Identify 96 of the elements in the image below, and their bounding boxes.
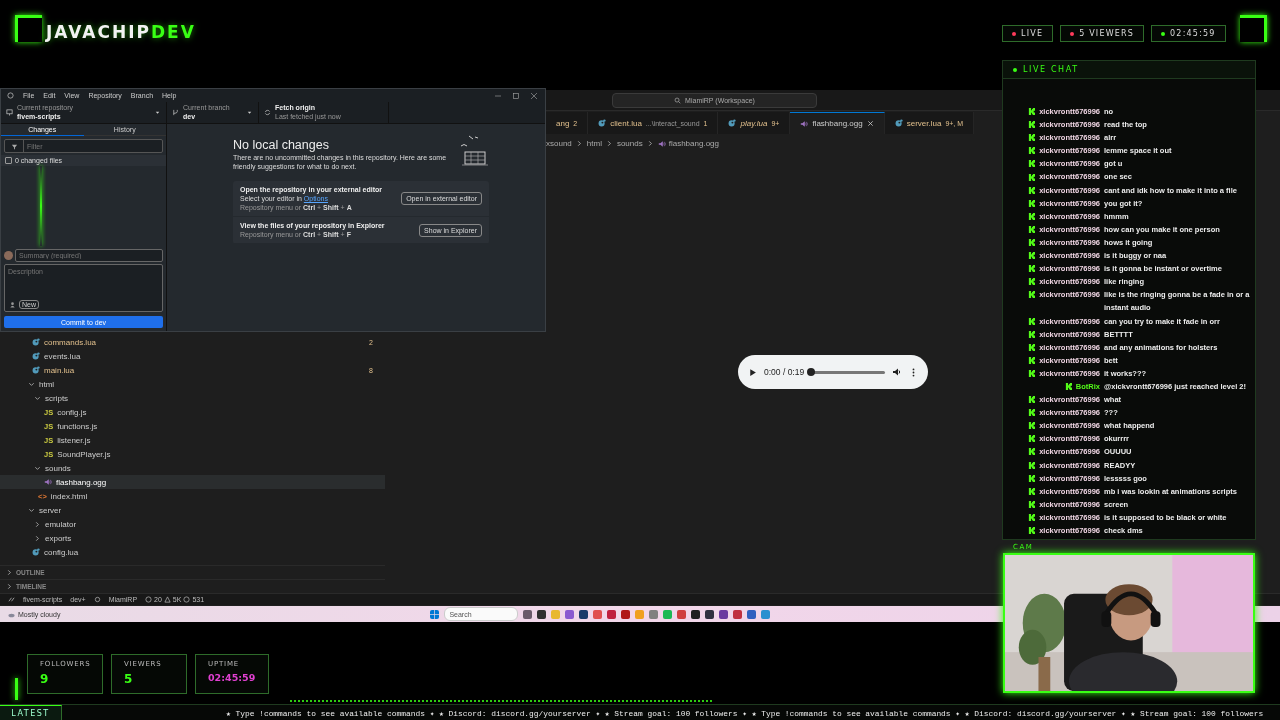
- chevron-icon: [605, 140, 613, 147]
- kick-icon: [1028, 108, 1036, 116]
- kick-icon: [1028, 409, 1036, 417]
- folder-row[interactable]: exports: [0, 531, 385, 545]
- person-icon[interactable]: [9, 301, 16, 308]
- status-badge: LIVE: [1002, 25, 1054, 42]
- ticker-label: LATEST: [0, 705, 62, 720]
- chevron-icon: [646, 140, 654, 147]
- file-icon: [32, 548, 40, 556]
- kick-icon: [1064, 383, 1072, 390]
- app-icon[interactable]: [579, 609, 589, 619]
- checkbox[interactable]: [5, 157, 12, 164]
- illustration-drawing: [459, 134, 489, 168]
- kick-icon: [1028, 173, 1036, 181]
- file-icon: [32, 352, 40, 360]
- kick-icon: [1028, 317, 1036, 325]
- kick-icon: [1028, 212, 1036, 220]
- kick-icon: [1028, 527, 1036, 535]
- chevron-icon: [575, 140, 583, 147]
- kick-icon: [1028, 513, 1036, 521]
- kick-icon: [1028, 239, 1036, 246]
- kick-icon: [1028, 343, 1036, 351]
- error-icon: [145, 596, 153, 603]
- kick-icon: [1028, 278, 1036, 286]
- folder-row[interactable]: html: [0, 377, 385, 391]
- kick-icon: [1028, 369, 1036, 377]
- close-icon[interactable]: [531, 92, 537, 99]
- time-display: 0:00 / 0:19: [764, 367, 805, 377]
- chevron-icon: [34, 464, 41, 472]
- file-icon: [32, 366, 40, 374]
- breadcrumb-item[interactable]: html: [586, 139, 602, 148]
- app-icon[interactable]: [621, 609, 631, 619]
- file-icon: [32, 338, 40, 346]
- kick-icon: [1028, 199, 1036, 207]
- kick-icon: [1028, 448, 1036, 456]
- speaker-icon: [657, 139, 666, 148]
- monitor-icon: [6, 109, 13, 116]
- kick-icon: [1028, 435, 1036, 443]
- kick-icon: [1028, 487, 1036, 495]
- folder-row[interactable]: scripts: [0, 391, 385, 405]
- app-icon[interactable]: [719, 609, 729, 619]
- close-icon[interactable]: [866, 120, 874, 127]
- branch-icon: [172, 109, 179, 116]
- maximize-icon[interactable]: [513, 92, 519, 99]
- kick-icon: [1028, 225, 1036, 233]
- app-icon[interactable]: [705, 609, 715, 619]
- kick-icon: [1028, 461, 1036, 469]
- speaker-icon: [800, 119, 809, 128]
- kick-icon: [1028, 252, 1036, 260]
- warning-icon: [163, 596, 171, 603]
- status-badge: 02:45:59: [1151, 25, 1226, 42]
- kick-icon: [1028, 265, 1036, 273]
- file-row[interactable]: events.lua: [0, 349, 385, 363]
- heading: No local changes: [233, 138, 330, 152]
- kick-icon: [1028, 422, 1036, 430]
- channel-logo: JAVACHIPDEV: [46, 22, 196, 42]
- kick-icon: [1028, 147, 1036, 155]
- editor-tab[interactable]: flashbang.ogg: [790, 112, 885, 134]
- chat-title: LIVE CHAT: [1003, 61, 1255, 79]
- folder-row[interactable]: sounds: [0, 461, 385, 475]
- file-row[interactable]: config.lua: [0, 545, 385, 559]
- volume-icon[interactable]: [892, 367, 902, 377]
- folder-row[interactable]: emulator: [0, 517, 385, 531]
- kick-icon: [1028, 160, 1036, 168]
- windows-icon[interactable]: [430, 609, 440, 619]
- app-icon[interactable]: [691, 609, 701, 619]
- speaker-icon: [44, 478, 52, 486]
- kick-icon: [1028, 474, 1036, 482]
- breadcrumb-item[interactable]: flashbang.ogg: [657, 139, 719, 148]
- file-icon: [894, 119, 903, 127]
- caret-icon: [154, 109, 161, 116]
- remote-icon[interactable]: [8, 596, 15, 603]
- kick-icon: [1028, 500, 1036, 508]
- play-icon[interactable]: [748, 367, 757, 377]
- sync-icon: [264, 109, 271, 116]
- file-icon: [598, 119, 607, 127]
- folder-row[interactable]: server: [0, 503, 385, 517]
- search-icon: [674, 97, 682, 104]
- status-badge: 5 VIEWERS: [1060, 25, 1145, 42]
- file-row[interactable]: flashbang.ogg: [0, 475, 385, 489]
- kick-icon: [1028, 356, 1036, 364]
- kick-icon: [1028, 330, 1036, 338]
- caret-icon: [246, 109, 253, 116]
- app-icon[interactable]: [537, 609, 547, 619]
- avatar: [4, 251, 13, 260]
- sync-icon[interactable]: [93, 596, 101, 603]
- kick-icon: [1028, 134, 1036, 142]
- filter-icon[interactable]: [10, 142, 18, 150]
- breadcrumb-item[interactable]: xsound: [546, 139, 572, 148]
- kick-icon: [1028, 396, 1036, 404]
- file-icon: [728, 119, 737, 127]
- kick-icon: [1028, 291, 1036, 299]
- kick-icon: [1028, 121, 1036, 129]
- breadcrumb-item[interactable]: sounds: [616, 139, 643, 148]
- kick-icon: [1028, 186, 1036, 194]
- info-icon: [183, 596, 191, 603]
